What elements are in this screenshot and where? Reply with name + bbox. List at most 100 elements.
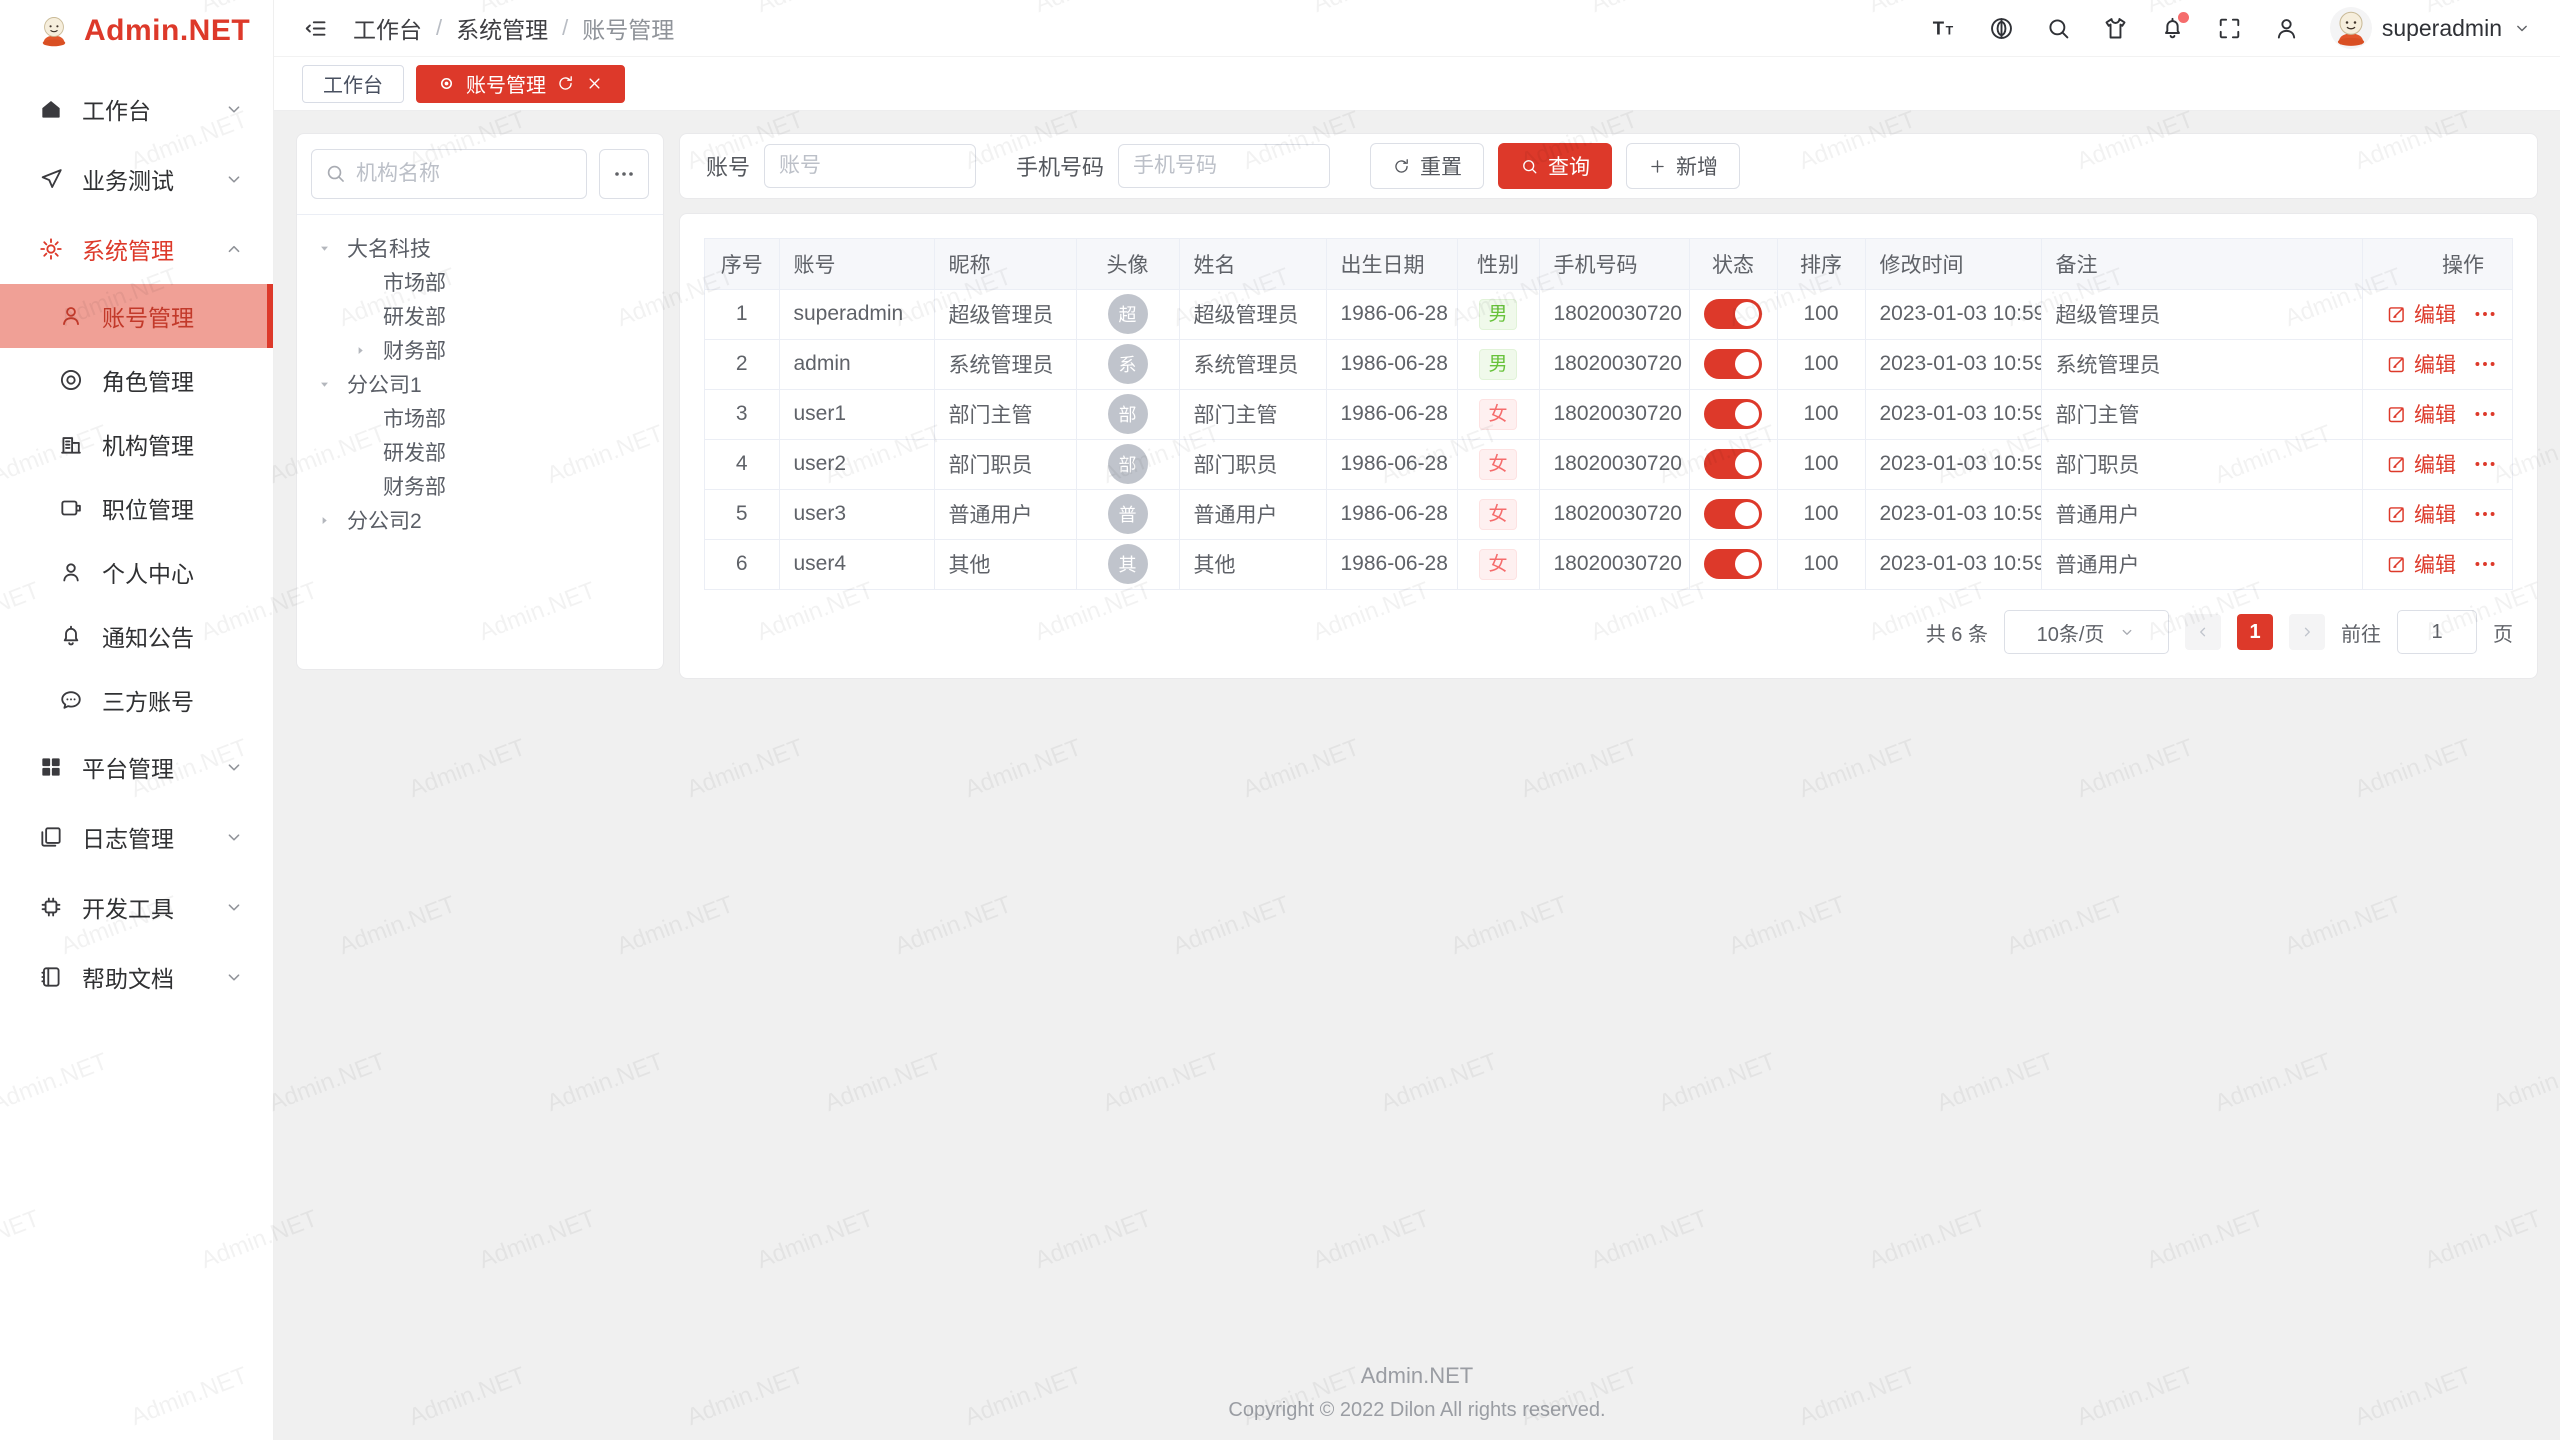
sidebar-item-post-manage[interactable]: 职位管理 xyxy=(0,476,273,540)
profile-icon[interactable] xyxy=(2273,15,2300,42)
edit-button[interactable]: 编辑 xyxy=(2386,549,2456,579)
search-icon xyxy=(324,162,347,185)
cell-sort: 100 xyxy=(1777,439,1865,489)
fullscreen-icon[interactable] xyxy=(2216,15,2243,42)
page-size-select[interactable]: 10条/页 xyxy=(2004,610,2169,654)
edit-button[interactable]: 编辑 xyxy=(2386,499,2456,529)
tab-workbench[interactable]: 工作台 xyxy=(302,65,404,103)
cell-index: 4 xyxy=(705,439,779,489)
tree-node[interactable]: 分公司2 xyxy=(303,503,657,537)
prev-page-button[interactable] xyxy=(2185,614,2221,650)
home-icon xyxy=(38,96,64,122)
ellipsis-icon xyxy=(612,162,636,186)
tree-node[interactable]: 大名科技 xyxy=(303,231,657,265)
breadcrumb-item[interactable]: / 系统管理 xyxy=(422,11,548,45)
cell-sort: 100 xyxy=(1777,289,1865,339)
cell-index: 5 xyxy=(705,489,779,539)
sidebar-item-notice[interactable]: 通知公告 xyxy=(0,604,273,668)
cell-birth: 1986-06-28 xyxy=(1326,489,1457,539)
breadcrumb-item[interactable]: 工作台 xyxy=(353,11,422,45)
col-remark: 备注 xyxy=(2041,239,2362,289)
cell-index: 1 xyxy=(705,289,779,339)
org-more-button[interactable] xyxy=(599,149,649,199)
col-sort: 排序 xyxy=(1777,239,1865,289)
close-icon[interactable] xyxy=(585,74,604,93)
footer-copyright: Copyright © 2022 Dilon All rights reserv… xyxy=(274,1399,2560,1422)
breadcrumb-item[interactable]: / 账号管理 xyxy=(548,11,674,45)
main-column: 账号 手机号码 重置 查询 新增 xyxy=(679,133,2538,679)
table-row: 4 user2 部门职员 部 部门职员 1986-06-28 女 1802003… xyxy=(705,439,2512,489)
cell-nickname: 普通用户 xyxy=(934,489,1076,539)
tree-node[interactable]: 研发部 xyxy=(303,299,657,333)
sidebar-item-account-manage[interactable]: 账号管理 xyxy=(0,284,273,348)
edit-button[interactable]: 编辑 xyxy=(2386,299,2456,329)
caret-right-icon xyxy=(353,343,383,358)
tree-node[interactable]: 市场部 xyxy=(303,401,657,435)
tree-node[interactable]: 研发部 xyxy=(303,435,657,469)
add-button[interactable]: 新增 xyxy=(1626,143,1740,189)
sidebar-item-third-account[interactable]: 三方账号 xyxy=(0,668,273,732)
sidebar-item-org-manage[interactable]: 机构管理 xyxy=(0,412,273,476)
chat-icon xyxy=(58,687,84,713)
tab-account-manage[interactable]: 账号管理 xyxy=(416,65,625,103)
more-actions-icon[interactable] xyxy=(2472,301,2498,327)
refresh-icon[interactable] xyxy=(556,74,575,93)
org-icon xyxy=(58,431,84,457)
collapse-menu-icon[interactable] xyxy=(302,15,329,42)
breadcrumb: 工作台 / 系统管理 / 账号管理 xyxy=(353,11,1931,45)
more-actions-icon[interactable] xyxy=(2472,451,2498,477)
notification-icon[interactable] xyxy=(2159,15,2186,42)
status-toggle[interactable] xyxy=(1704,499,1762,529)
goto-page-input[interactable] xyxy=(2397,610,2477,654)
more-actions-icon[interactable] xyxy=(2472,351,2498,377)
next-page-button[interactable] xyxy=(2289,614,2325,650)
sidebar-item-role-manage[interactable]: 角色管理 xyxy=(0,348,273,412)
tab-bar: 工作台 账号管理 xyxy=(274,57,2560,111)
search-icon[interactable] xyxy=(2045,15,2072,42)
theme-icon[interactable] xyxy=(2102,15,2129,42)
sidebar-item-system-manage[interactable]: 系统管理 xyxy=(0,214,273,284)
font-size-icon[interactable]: TT xyxy=(1931,15,1958,42)
account-input[interactable] xyxy=(764,144,976,188)
query-button[interactable]: 查询 xyxy=(1498,143,1612,189)
status-toggle[interactable] xyxy=(1704,399,1762,429)
sidebar-item-business-test[interactable]: 业务测试 xyxy=(0,144,273,214)
edit-button[interactable]: 编辑 xyxy=(2386,399,2456,429)
org-tree-toolbar xyxy=(297,134,663,215)
edit-button[interactable]: 编辑 xyxy=(2386,349,2456,379)
tree-node[interactable]: 财务部 xyxy=(303,469,657,503)
user-menu[interactable]: superadmin xyxy=(2330,7,2532,49)
status-toggle[interactable] xyxy=(1704,449,1762,479)
table-row: 5 user3 普通用户 普 普通用户 1986-06-28 女 1802003… xyxy=(705,489,2512,539)
org-name-input[interactable] xyxy=(311,149,587,199)
sidebar-item-dev-tools[interactable]: 开发工具 xyxy=(0,872,273,942)
tree-node[interactable]: 市场部 xyxy=(303,265,657,299)
account-label: 账号 xyxy=(706,150,750,182)
chevron-right-icon xyxy=(2298,623,2316,641)
reset-button[interactable]: 重置 xyxy=(1370,143,1484,189)
tree-node[interactable]: 分公司1 xyxy=(303,367,657,401)
sidebar-item-workbench[interactable]: 工作台 xyxy=(0,74,273,144)
more-actions-icon[interactable] xyxy=(2472,551,2498,577)
more-actions-icon[interactable] xyxy=(2472,401,2498,427)
sidebar-item-help-docs[interactable]: 帮助文档 xyxy=(0,942,273,1012)
current-page[interactable]: 1 xyxy=(2237,614,2273,650)
cell-remark: 普通用户 xyxy=(2041,539,2362,589)
status-toggle[interactable] xyxy=(1704,349,1762,379)
sidebar-item-platform-manage[interactable]: 平台管理 xyxy=(0,732,273,802)
edit-button[interactable]: 编辑 xyxy=(2386,449,2456,479)
sidebar-item-personal-center[interactable]: 个人中心 xyxy=(0,540,273,604)
status-toggle[interactable] xyxy=(1704,549,1762,579)
status-toggle[interactable] xyxy=(1704,299,1762,329)
tree-node[interactable]: 财务部 xyxy=(303,333,657,367)
more-actions-icon[interactable] xyxy=(2472,501,2498,527)
cell-nickname: 超级管理员 xyxy=(934,289,1076,339)
org-tree-panel: 大名科技 市场部 研发部 财务部 xyxy=(296,133,664,670)
cell-index: 2 xyxy=(705,339,779,389)
avatar: 其 xyxy=(1108,544,1148,584)
phone-input[interactable] xyxy=(1118,144,1330,188)
language-icon[interactable] xyxy=(1988,15,2015,42)
send-icon xyxy=(38,166,64,192)
cell-sort: 100 xyxy=(1777,339,1865,389)
sidebar-item-log-manage[interactable]: 日志管理 xyxy=(0,802,273,872)
